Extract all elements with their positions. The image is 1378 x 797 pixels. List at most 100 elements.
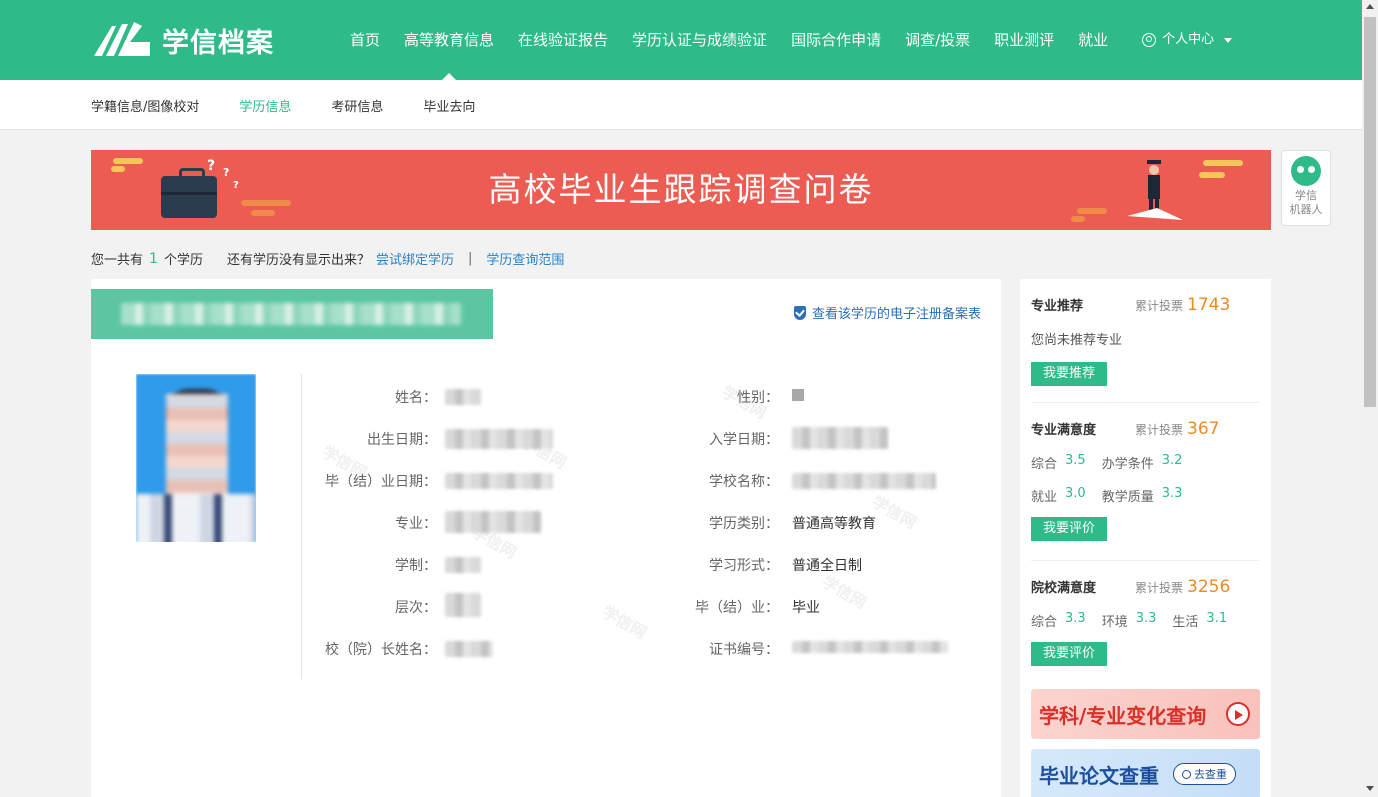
- subnav-item-graduation-destination[interactable]: 毕业去向: [423, 96, 475, 115]
- section-title: 专业满意度: [1031, 423, 1097, 438]
- score-label: 环境: [1101, 615, 1128, 630]
- degree-record-card: 查看该学历的电子注册备案表 学信网 学信网 学信网 学信网 学信网 学信网 学信…: [91, 279, 1001, 797]
- summary-separator: |: [467, 251, 473, 266]
- recommend-button[interactable]: 我要推荐: [1031, 362, 1108, 386]
- nav-item-higher-education[interactable]: 高等教育信息: [392, 0, 506, 80]
- total-votes-label: 累计投票: [1135, 423, 1184, 437]
- shield-icon: [793, 305, 806, 320]
- decor-dash: [1203, 160, 1243, 166]
- score-label: 办学条件: [1101, 457, 1154, 472]
- user-center-menu[interactable]: 个人中心: [1130, 0, 1244, 80]
- field-label-major: 专业：: [395, 516, 437, 532]
- nav-item-home[interactable]: 首页: [338, 0, 392, 80]
- field-label-level: 层次：: [395, 600, 437, 616]
- evaluate-major-button[interactable]: 我要评价: [1031, 517, 1108, 541]
- field-label-birth-date: 出生日期：: [367, 432, 437, 448]
- field-value-study-mode: 普通全日制: [792, 558, 862, 574]
- score-value: 3.3: [1161, 486, 1183, 501]
- field-value-redacted: [445, 429, 553, 449]
- banner-title: 高校毕业生跟踪调查问卷: [488, 170, 874, 209]
- thesis-check-button[interactable]: 去查重: [1173, 763, 1236, 785]
- subnav-item-postgraduate[interactable]: 考研信息: [331, 96, 383, 115]
- user-icon: [1142, 33, 1157, 47]
- decor-dash: [1077, 208, 1107, 214]
- thesis-check-banner[interactable]: 毕业论文查重 去查重: [1031, 749, 1260, 797]
- score-value: 3.3: [1065, 611, 1086, 626]
- field-value-redacted: [445, 473, 553, 489]
- section-divider: [1031, 560, 1260, 561]
- site-logo[interactable]: 学信档案: [92, 20, 274, 60]
- promo-title: 毕业论文查重: [1039, 763, 1159, 788]
- nav-item-online-verification[interactable]: 在线验证报告: [506, 0, 620, 80]
- paper-plane-icon: [1127, 208, 1183, 220]
- logo-mark-icon: [94, 22, 150, 56]
- watermark: 学信网: [818, 572, 870, 613]
- total-votes-count: 1743: [1187, 295, 1231, 315]
- survey-banner[interactable]: ? ? ? 高校毕业生跟踪调查问卷: [91, 150, 1271, 230]
- sub-navigation: 学籍信息/图像校对 学历信息 考研信息 毕业去向: [0, 80, 1362, 130]
- field-value-redacted: [445, 641, 493, 657]
- score-label: 综合: [1031, 457, 1058, 472]
- summary-suffix: 个学历: [163, 253, 203, 268]
- field-value-degree-category: 普通高等教育: [792, 516, 876, 532]
- nav-item-international[interactable]: 国际合作申请: [779, 0, 893, 80]
- field-label-graduation-date: 毕（结）业日期：: [325, 474, 437, 490]
- field-label-president-name: 校（院）长姓名：: [325, 642, 437, 658]
- degree-summary: 您一共有 1 个学历 还有学历没有显示出来？ 尝试绑定学历 | 学历查询范围: [91, 249, 564, 269]
- no-recommendation-text: 您尚未推荐专业: [1031, 333, 1123, 348]
- summary-question: 还有学历没有显示出来？: [226, 253, 370, 268]
- chevron-down-icon: [1224, 37, 1233, 43]
- subnav-item-enrollment[interactable]: 学籍信息/图像校对: [91, 96, 199, 115]
- robot-icon: [1291, 156, 1321, 186]
- score-label: 生活: [1172, 615, 1199, 630]
- arrow-right-icon: [1226, 702, 1250, 726]
- field-label-name: 姓名：: [395, 390, 437, 406]
- field-label-duration: 学制：: [395, 558, 437, 574]
- thesis-check-label: 去查重: [1194, 767, 1227, 781]
- section-title: 院校满意度: [1031, 581, 1097, 596]
- field-label-enroll-date: 入学日期：: [709, 432, 779, 448]
- major-change-query-banner[interactable]: 学科/专业变化查询: [1031, 689, 1260, 739]
- field-value-redacted: [445, 389, 481, 405]
- score-value: 3.5: [1065, 453, 1086, 468]
- nav-item-career-test[interactable]: 职业测评: [982, 0, 1066, 80]
- field-label-study-mode: 学习形式：: [709, 558, 779, 574]
- school-satisfaction-section: 院校满意度 累计投票 3256 综合 3.3 环境 3.3 生活 3.1 我要评…: [1031, 577, 1260, 666]
- score-label: 就业: [1031, 490, 1058, 505]
- registration-form-link[interactable]: 查看该学历的电子注册备案表: [793, 303, 981, 322]
- scrollbar-thumb[interactable]: [1364, 17, 1376, 407]
- total-votes-count: 3256: [1187, 577, 1231, 597]
- field-label-degree-category: 学历类别：: [709, 516, 779, 532]
- field-label-certificate-number: 证书编号：: [709, 642, 779, 658]
- nav-item-employment[interactable]: 就业: [1066, 0, 1120, 80]
- robot-assistant[interactable]: 学信 机器人: [1281, 150, 1331, 226]
- main-nav: 首页 高等教育信息 在线验证报告 学历认证与成绩验证 国际合作申请 调查/投票 …: [338, 0, 1244, 80]
- score-label: 教学质量: [1101, 490, 1154, 505]
- major-satisfaction-section: 专业满意度 累计投票 367 综合 3.5 办学条件 3.2 就业 3.0 教学…: [1031, 419, 1260, 541]
- field-label-gender: 性别：: [737, 390, 779, 406]
- evaluate-school-button[interactable]: 我要评价: [1031, 642, 1108, 666]
- section-title: 专业推荐: [1031, 299, 1084, 314]
- bind-degree-link[interactable]: 尝试绑定学历: [376, 249, 454, 268]
- query-scope-link[interactable]: 学历查询范围: [486, 249, 564, 268]
- score-value: 3.1: [1206, 611, 1228, 626]
- evaluation-sidebar: 专业推荐 累计投票 1743 您尚未推荐专业 我要推荐 专业满意度 累计投票 3…: [1020, 279, 1271, 797]
- scroll-up-icon[interactable]: [1366, 4, 1374, 9]
- registration-link-label: 查看该学历的电子注册备案表: [811, 307, 981, 322]
- nav-item-survey[interactable]: 调查/投票: [893, 0, 982, 80]
- total-votes-count: 367: [1187, 419, 1220, 439]
- scroll-down-icon[interactable]: [1366, 786, 1374, 791]
- logo-text: 学信档案: [162, 27, 274, 59]
- degree-count: 1: [149, 250, 158, 267]
- school-name-header: [91, 289, 493, 339]
- watermark: 学信网: [868, 492, 920, 533]
- subnav-item-degree[interactable]: 学历信息: [239, 96, 291, 115]
- field-value-redacted: [792, 641, 948, 653]
- nav-item-degree-certification[interactable]: 学历认证与成绩验证: [620, 0, 779, 80]
- total-votes-label: 累计投票: [1135, 299, 1184, 313]
- section-divider: [1031, 402, 1260, 403]
- total-votes-label: 累计投票: [1135, 581, 1184, 595]
- field-value-redacted: [445, 557, 481, 573]
- score-value: 3.3: [1135, 611, 1157, 626]
- field-value-redacted: [792, 389, 804, 401]
